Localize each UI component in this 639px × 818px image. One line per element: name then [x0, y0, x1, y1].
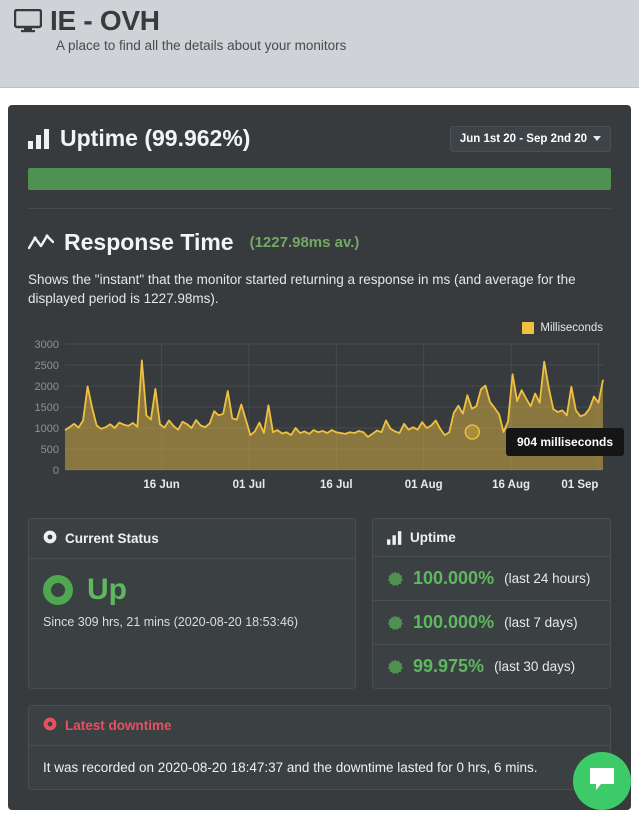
circle-dot-icon — [43, 717, 57, 734]
chart-canvas: 050010001500200025003000 16 Jun 01 Jul 16 … — [35, 339, 604, 491]
y-axis-tick-label: 1500 — [35, 402, 59, 414]
chat-bubble-icon — [587, 766, 617, 797]
chat-widget-button[interactable] — [573, 752, 631, 810]
uptime-bar-track — [28, 168, 611, 190]
uptime-rows: 100.000% (last 24 hours) 100.000% (last 7 d… — [373, 557, 610, 688]
y-axis-tick-label: 500 — [41, 444, 59, 456]
response-time-description: Shows the "instant" that the monitor sta… — [28, 272, 576, 306]
badge-icon — [387, 659, 403, 675]
latest-downtime-title: Latest downtime — [65, 718, 172, 733]
legend-swatch-milliseconds — [522, 322, 535, 334]
status-up-donut-icon — [43, 575, 73, 605]
uptime-title-group: Uptime (99.962%) — [28, 125, 250, 152]
panels-row: Current Status Up Since 309 hrs, 21 mins… — [28, 518, 611, 689]
response-time-section: Response Time (1227.98ms av.) Shows the … — [27, 229, 611, 308]
page-header: IE - OVH A place to find all the details… — [0, 0, 639, 88]
current-status-panel-body: Up Since 309 hrs, 21 mins (2020-08-20 18… — [29, 559, 355, 643]
x-axis-tick-label: 01 Jul — [233, 479, 266, 491]
x-axis-tick-label: 01 Sep — [561, 479, 598, 491]
legend-label-milliseconds: Milliseconds — [540, 322, 603, 334]
y-axis-tick-label: 2000 — [35, 381, 59, 393]
uptime-period: (last 7 days) — [504, 615, 578, 630]
y-axis-tick-label: 3000 — [35, 339, 59, 351]
latest-downtime-text: It was recorded on 2020-08-20 18:47:37 a… — [43, 760, 538, 775]
bar-chart-icon — [28, 128, 50, 149]
uptime-title: Uptime (99.962%) — [60, 125, 251, 151]
chart-tooltip: 904 milliseconds — [506, 428, 625, 456]
x-axis-tick-label: 16 Jun — [143, 479, 179, 491]
hover-point-marker — [464, 424, 481, 440]
current-status-panel-header: Current Status — [29, 519, 355, 559]
x-axis-tick-label: 16 Aug — [492, 479, 530, 491]
response-time-title: Response Time — [64, 229, 234, 255]
latest-downtime-panel: Latest downtime It was recorded on 2020-… — [28, 705, 611, 790]
uptime-period: (last 30 days) — [494, 659, 576, 674]
uptime-panel-title: Uptime — [410, 530, 456, 545]
page-title: IE - OVH — [50, 5, 160, 36]
chart-x-axis-labels: 16 Jun 01 Jul 16 Jul 01 Aug 16 Aug 01 Sep — [143, 479, 598, 491]
badge-icon — [387, 615, 403, 631]
uptime-period: (last 24 hours) — [504, 571, 591, 586]
uptime-panel-header: Uptime — [373, 519, 610, 557]
header-title-row: IE - OVH — [13, 5, 639, 36]
date-range-button[interactable]: Jun 1st 20 - Sep 2nd 20 — [449, 125, 611, 152]
y-axis-tick-label: 0 — [53, 465, 59, 477]
chart-legend: Milliseconds — [522, 322, 603, 334]
uptime-row: 99.975% (last 30 days) — [373, 645, 610, 688]
response-time-chart[interactable]: Milliseconds 0 500 1000 1500 2000 2500 3000 16… — [28, 322, 625, 502]
current-status-since: Since 309 hrs, 21 mins (2020-08-20 18:53… — [43, 615, 299, 629]
circle-dot-icon — [43, 530, 57, 547]
response-title-group: Response Time (1227.98ms av.) — [27, 229, 611, 256]
uptime-row: 100.000% (last 7 days) — [373, 601, 610, 645]
current-status-title: Current Status — [65, 531, 159, 546]
uptime-panel: Uptime 100.000% (last 24 hours) 100.000% (l… — [372, 518, 611, 689]
response-time-average: (1227.98ms av.) — [249, 234, 360, 251]
y-axis-tick-label: 1000 — [35, 423, 59, 435]
date-range-label: Jun 1st 20 - Sep 2nd 20 — [459, 132, 587, 145]
monitor-icon — [13, 8, 43, 33]
x-axis-tick-label: 16 Jul — [320, 479, 353, 491]
current-status-value: Up — [87, 573, 127, 606]
uptime-bar-fill — [28, 168, 611, 190]
main-card: Uptime (99.962%) Jun 1st 20 - Sep 2nd 20… — [8, 105, 631, 810]
uptime-percent: 99.975% — [413, 656, 485, 676]
uptime-percent: 100.000% — [413, 612, 495, 632]
y-axis-tick-label: 2500 — [35, 360, 59, 372]
current-status-panel: Current Status Up Since 309 hrs, 21 mins… — [28, 518, 356, 689]
uptime-row: 100.000% (last 24 hours) — [373, 557, 610, 601]
trend-line-icon — [27, 232, 55, 254]
x-axis-tick-label: 01 Aug — [405, 479, 443, 491]
section-divider — [28, 208, 611, 209]
current-status-row: Up — [43, 573, 341, 607]
uptime-section-header: Uptime (99.962%) Jun 1st 20 - Sep 2nd 20 — [28, 125, 611, 152]
badge-icon — [387, 571, 403, 587]
chevron-down-icon — [593, 136, 601, 141]
bar-chart-icon — [387, 530, 402, 545]
page-subtitle: A place to find all the details about yo… — [56, 38, 347, 53]
chart-hover-marker — [464, 424, 481, 440]
uptime-percent: 100.000% — [413, 568, 495, 588]
latest-downtime-header: Latest downtime — [29, 706, 610, 746]
chart-y-axis-labels: 0 500 1000 1500 2000 2500 3000 — [35, 339, 59, 477]
